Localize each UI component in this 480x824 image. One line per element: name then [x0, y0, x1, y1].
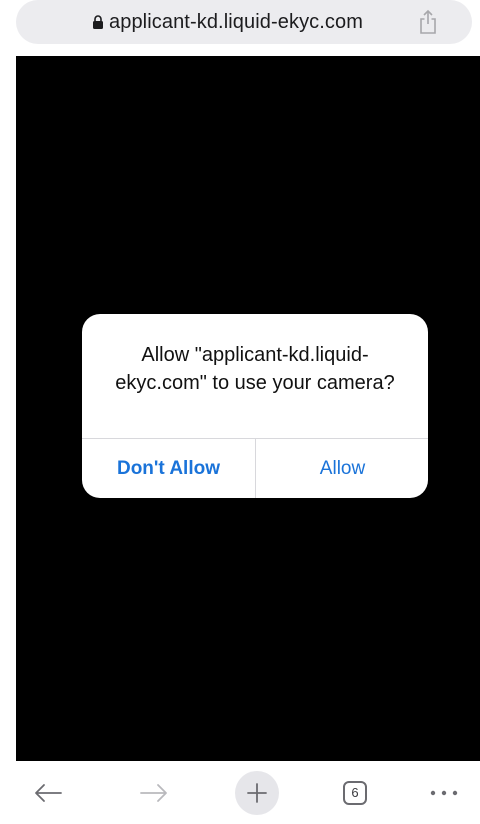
back-arrow-icon: [35, 783, 62, 802]
tabs-button[interactable]: 6: [339, 761, 371, 824]
share-icon[interactable]: [418, 9, 438, 35]
plus-icon: [247, 782, 267, 803]
back-button[interactable]: [28, 761, 68, 824]
more-icon: [430, 790, 458, 795]
tabs-icon: 6: [343, 780, 367, 805]
bottom-toolbar: 6: [0, 761, 480, 824]
new-tab-button[interactable]: [235, 761, 279, 824]
new-tab-circle: [235, 770, 279, 815]
lock-icon: [93, 15, 103, 29]
url-text: applicant-kd.liquid-ekyc.com: [109, 10, 364, 33]
allow-button[interactable]: Allow: [256, 439, 428, 498]
browser-screen: applicant-kd.liquid-ekyc.com Allow "appl…: [0, 0, 480, 824]
forward-arrow-icon: [140, 783, 167, 802]
more-button[interactable]: [426, 761, 462, 824]
camera-permission-dialog: Allow "applicant-kd.liquid-ekyc.com" to …: [82, 314, 428, 498]
tab-count: 6: [351, 785, 359, 800]
dont-allow-button[interactable]: Don't Allow: [82, 439, 255, 498]
dialog-title: Allow "applicant-kd.liquid-ekyc.com" to …: [115, 344, 395, 394]
address-bar[interactable]: applicant-kd.liquid-ekyc.com: [16, 0, 472, 44]
top-bar: applicant-kd.liquid-ekyc.com: [0, 0, 480, 56]
forward-button[interactable]: [134, 761, 174, 824]
url-display: applicant-kd.liquid-ekyc.com: [92, 10, 363, 34]
